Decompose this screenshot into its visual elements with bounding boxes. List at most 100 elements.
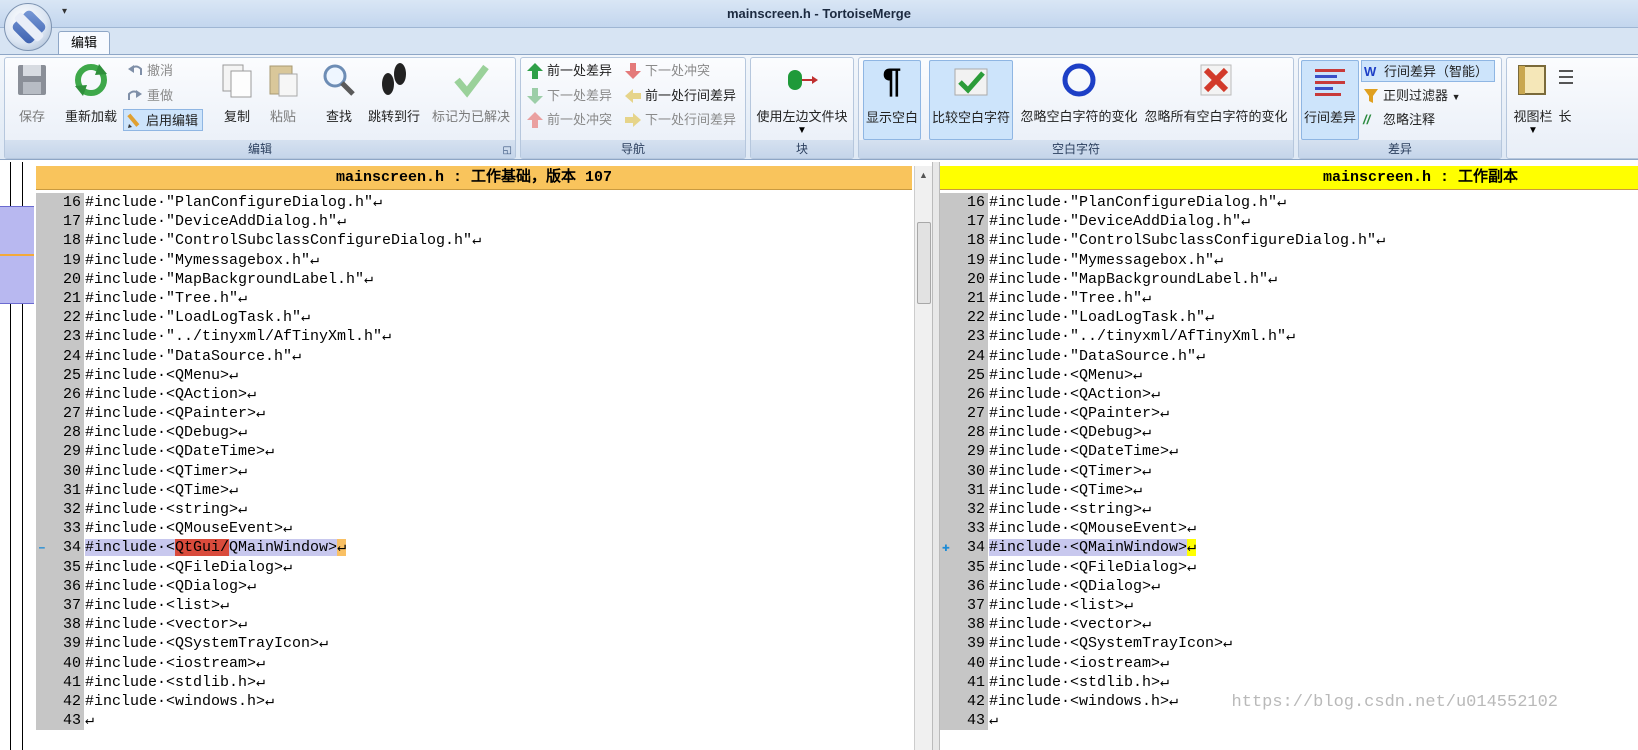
show-whitespace-button[interactable]: ¶ 显示空白 <box>863 60 921 140</box>
code-line[interactable]: 18 #include·"ControlSubclassConfigureDial… <box>940 231 1638 251</box>
prev-inline-diff-button[interactable]: 前一处行间差异 <box>623 85 736 107</box>
code-line[interactable]: 35 #include·<QFileDialog>↵ <box>940 557 1638 577</box>
dropdown-arrow-icon[interactable]: ▼ <box>753 125 851 137</box>
code-line[interactable]: 28 #include·<QDebug>↵ <box>36 423 912 443</box>
code-line[interactable]: 30 #include·<QTimer>↵ <box>940 461 1638 481</box>
changed-line[interactable]: –34 #include·<QtGui/QMainWindow>↵ <box>36 538 912 558</box>
code-line[interactable]: 27 #include·<QPainter>↵ <box>36 404 912 424</box>
code-line[interactable]: 19 #include·"Mymessagebox.h"↵ <box>36 250 912 270</box>
app-menu-button[interactable] <box>4 3 52 51</box>
code-line[interactable]: 23 #include·"../tinyxml/AfTinyXml.h"↵ <box>36 327 912 347</box>
mark-resolved-button[interactable]: 标记为已解决 <box>429 60 513 140</box>
code-line[interactable]: 27 #include·<QPainter>↵ <box>940 404 1638 424</box>
line-number: 21 <box>940 288 988 309</box>
code-line[interactable]: 21 #include·"Tree.h"↵ <box>940 288 1638 309</box>
code-line[interactable]: 32 #include·<string>↵ <box>940 500 1638 520</box>
ignore-all-whitespace-button[interactable]: 忽略所有空白字符的变化 <box>1143 60 1289 140</box>
redo-button[interactable]: 重做 <box>125 85 173 107</box>
code-line[interactable]: 31 #include·<QTime>↵ <box>36 480 912 500</box>
code-line[interactable]: 19 #include·"Mymessagebox.h"↵ <box>940 250 1638 270</box>
code-line[interactable]: 37 #include·<list>↵ <box>940 595 1638 616</box>
code-line[interactable]: 36 #include·<QDialog>↵ <box>36 576 912 596</box>
code-line[interactable]: 40 #include·<iostream>↵ <box>940 653 1638 673</box>
goto-line-button[interactable]: 跳转到行 <box>365 60 423 140</box>
next-diff-button[interactable]: 下一处差异 <box>525 85 612 107</box>
code-line[interactable]: 26 #include·<QAction>↵ <box>36 384 912 405</box>
base-pane-scrollbar[interactable]: ▲ <box>914 166 932 750</box>
code-line[interactable]: 32 #include·<string>↵ <box>36 500 912 520</box>
code-line[interactable]: 28 #include·<QDebug>↵ <box>940 423 1638 443</box>
code-line[interactable]: 29 #include·<QDateTime>↵ <box>36 442 912 462</box>
ribbon: 保存 重新加载 撤消 重做 启用编辑 复制 粘贴 查找 跳转到行 标记为已解决 … <box>0 54 1638 160</box>
inline-diff-button[interactable]: 行间差异 <box>1301 60 1359 140</box>
code-line[interactable]: 39 #include·<QSystemTrayIcon>↵ <box>36 634 912 654</box>
code-line[interactable]: 40 #include·<iostream>↵ <box>36 653 912 673</box>
code-line[interactable]: 42 #include·<windows.h>↵ <box>36 691 912 712</box>
code-line[interactable]: 25 #include·<QMenu>↵ <box>940 365 1638 385</box>
code-line[interactable]: 22 #include·"LoadLogTask.h"↵ <box>36 308 912 328</box>
code-line[interactable]: 21 #include·"Tree.h"↵ <box>36 288 912 309</box>
code-line[interactable]: 24 #include·"DataSource.h"↵ <box>36 346 912 366</box>
next-inline-diff-button[interactable]: 下一处行间差异 <box>623 109 736 131</box>
code-line[interactable]: 20 #include·"MapBackgroundLabel.h"↵ <box>36 269 912 289</box>
code-line[interactable]: 25 #include·<QMenu>↵ <box>36 365 912 385</box>
view-bar-button[interactable]: 视图栏 ▼ <box>1509 60 1557 140</box>
regex-filter-button[interactable]: 正则过滤器 ▼ <box>1361 85 1461 107</box>
ignore-whitespace-changes-button[interactable]: 忽略空白字符的变化 <box>1017 60 1141 140</box>
code-line[interactable]: 30 #include·<QTimer>↵ <box>36 461 912 481</box>
code-line[interactable]: 20 #include·"MapBackgroundLabel.h"↵ <box>940 269 1638 289</box>
code-line[interactable]: 29 #include·<QDateTime>↵ <box>940 442 1638 462</box>
paste-button[interactable]: 粘贴 <box>263 60 303 140</box>
undo-button[interactable]: 撤消 <box>125 60 173 82</box>
prev-conflict-button[interactable]: 前一处冲突 <box>525 109 612 131</box>
long-line-button[interactable]: 长 <box>1557 60 1573 140</box>
reload-button[interactable]: 重新加载 <box>61 60 121 140</box>
use-left-block-button[interactable]: 使用左边文件块 ▼ <box>753 60 851 140</box>
code-line[interactable]: 39 #include·<QSystemTrayIcon>↵ <box>940 634 1638 654</box>
code-line[interactable]: 17 #include·"DeviceAddDialog.h"↵ <box>940 212 1638 232</box>
changed-line[interactable]: ✚ 34 #include·<QMainWindow>↵ <box>940 538 1638 558</box>
code-line[interactable]: 16 #include·"PlanConfigureDialog.h"↵ <box>36 193 912 213</box>
compare-whitespace-button[interactable]: 比较空白字符 <box>929 60 1013 140</box>
code-line[interactable]: 43 ↵ <box>36 711 912 731</box>
line-number: 24 <box>940 346 988 366</box>
code-line[interactable]: 33 #include·<QMouseEvent>↵ <box>36 519 912 539</box>
scrollbar-thumb[interactable] <box>917 222 931 304</box>
line-text: #include·<QMenu>↵ <box>989 366 1143 384</box>
code-line[interactable]: 37 #include·<list>↵ <box>36 595 912 616</box>
code-line[interactable]: 31 #include·<QTime>↵ <box>940 480 1638 500</box>
code-line[interactable]: 26 #include·<QAction>↵ <box>940 384 1638 405</box>
dropdown-arrow-icon[interactable]: ▼ <box>1509 125 1557 137</box>
inline-diff-smart-button[interactable]: W 行间差异（智能） <box>1361 60 1496 82</box>
code-line[interactable]: 41 #include·<stdlib.h>↵ <box>940 672 1638 692</box>
working-copy-pane[interactable]: mainscreen.h : 工作副本 16 #include·"PlanConf… <box>940 166 1638 750</box>
code-line[interactable]: 43 ↵ <box>940 711 1638 731</box>
code-line[interactable]: 33 #include·<QMouseEvent>↵ <box>940 519 1638 539</box>
code-line[interactable]: 18 #include·"ControlSubclassConfigureDial… <box>36 231 912 251</box>
enable-edit-button[interactable]: 启用编辑 <box>123 109 204 131</box>
copy-button[interactable]: 复制 <box>217 60 257 140</box>
code-line[interactable]: 36 #include·<QDialog>↵ <box>940 576 1638 596</box>
next-conflict-button[interactable]: 下一处冲突 <box>623 60 710 82</box>
dropdown-arrow-icon[interactable]: ▼ <box>1452 92 1461 102</box>
location-bar[interactable] <box>0 162 36 750</box>
code-line[interactable]: 24 #include·"DataSource.h"↵ <box>940 346 1638 366</box>
scroll-up-icon[interactable]: ▲ <box>919 170 928 180</box>
pane-splitter[interactable] <box>932 162 940 750</box>
base-file-pane[interactable]: mainscreen.h : 工作基础，版本 107 16 #include·"P… <box>36 166 914 750</box>
code-line[interactable]: 41 #include·<stdlib.h>↵ <box>36 672 912 692</box>
dialog-launcher-icon[interactable]: ◱ <box>503 145 512 156</box>
code-line[interactable]: 35 #include·<QFileDialog>↵ <box>36 557 912 577</box>
prev-diff-button[interactable]: 前一处差异 <box>525 60 612 82</box>
code-line[interactable]: 17 #include·"DeviceAddDialog.h"↵ <box>36 212 912 232</box>
code-line[interactable]: 23 #include·"../tinyxml/AfTinyXml.h"↵ <box>940 327 1638 347</box>
code-line[interactable]: 16 #include·"PlanConfigureDialog.h"↵ <box>940 193 1638 213</box>
tab-edit[interactable]: 编辑 <box>58 31 111 54</box>
code-line[interactable]: 38 #include·<vector>↵ <box>36 615 912 635</box>
line-text: #include·<QDebug>↵ <box>989 424 1152 442</box>
code-line[interactable]: 38 #include·<vector>↵ <box>940 615 1638 635</box>
ignore-comments-button[interactable]: // 忽略注释 <box>1361 109 1435 131</box>
save-button[interactable]: 保存 <box>11 60 53 140</box>
code-line[interactable]: 22 #include·"LoadLogTask.h"↵ <box>940 308 1638 328</box>
find-button[interactable]: 查找 <box>319 60 359 140</box>
